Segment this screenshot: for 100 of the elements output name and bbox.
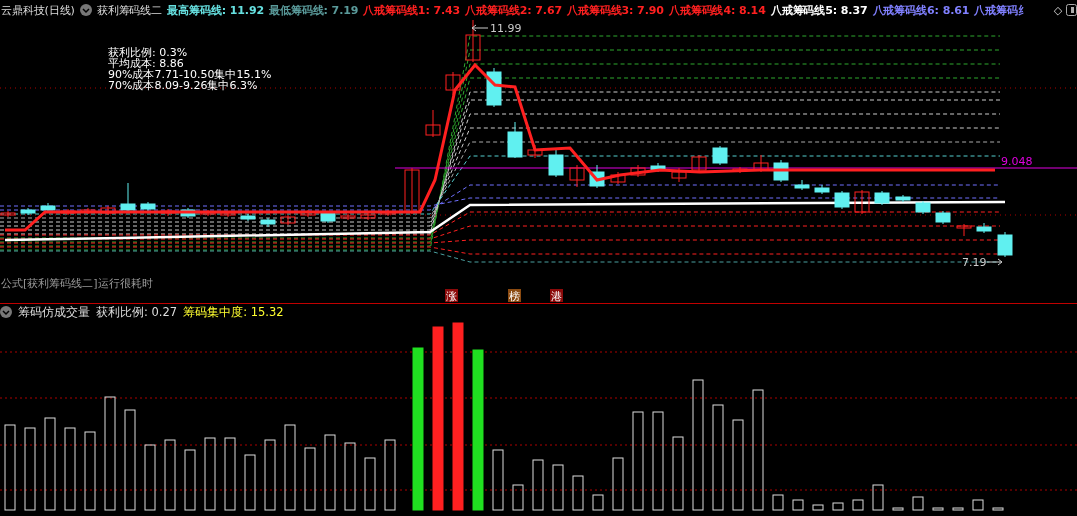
candle <box>527 144 543 159</box>
volume-bar <box>772 494 784 511</box>
candle <box>854 189 870 215</box>
candle <box>976 222 992 234</box>
chip-statistic: 70%成本8.09-9.26集中6.3% <box>108 79 258 92</box>
formula-notice: 公式[获利筹码线二]运行很耗时 <box>1 277 153 290</box>
candle <box>60 208 76 216</box>
tag-badge: 港 <box>550 289 563 303</box>
volume-bar <box>164 439 176 511</box>
more-symbol[interactable]: ◇ <box>1053 3 1062 17</box>
candle <box>650 162 666 173</box>
volume-bar <box>832 502 844 511</box>
indicator-value: 八戒筹码线4: 8.14 <box>668 2 766 18</box>
candle <box>120 182 136 213</box>
volume-bar <box>812 504 824 511</box>
dropdown-icon[interactable] <box>79 4 92 16</box>
concentration-value: 筹码集中度: 15.32 <box>183 304 284 320</box>
candle <box>794 179 810 191</box>
candle <box>465 20 481 63</box>
volume-bar <box>892 507 904 511</box>
volume-bar <box>872 484 884 511</box>
volume-bar <box>512 484 524 511</box>
volume-bar <box>144 444 156 511</box>
chip-statistic: 获利比例: 0.3% <box>108 46 188 59</box>
volume-bar <box>552 464 564 511</box>
volume-bar <box>792 499 804 511</box>
indicator-value: 八戒筹码纟 <box>974 2 1029 18</box>
volume-bar <box>244 454 256 511</box>
candle <box>100 205 116 216</box>
low-price-label: 7.19 <box>962 256 987 269</box>
volume-bar <box>572 475 584 511</box>
candle <box>445 71 461 96</box>
candle <box>671 167 687 183</box>
candle <box>425 109 441 138</box>
volume-bar <box>384 439 396 511</box>
indicator-value: 八戒筹码线1: 7.43 <box>363 2 461 18</box>
volume-bar <box>184 449 196 511</box>
volume-bar <box>264 439 276 511</box>
volume-bar <box>344 442 356 511</box>
pointer-arrow <box>986 258 1003 266</box>
candle <box>180 207 196 219</box>
indicator-value: 最高筹码线: 11.92 <box>167 2 265 18</box>
candle <box>874 190 890 206</box>
volume-bar <box>364 457 376 511</box>
candle <box>548 149 564 178</box>
candle <box>160 208 176 217</box>
candle <box>260 217 276 228</box>
indicator-name: 筹码仿成交量 <box>18 304 90 320</box>
candle <box>834 190 850 210</box>
candle <box>610 171 626 185</box>
candle <box>0 210 16 218</box>
panel-icon[interactable] <box>1066 4 1077 16</box>
volume-bar <box>304 447 316 511</box>
candle <box>956 223 972 237</box>
high-price-label: 11.99 <box>490 22 522 35</box>
indicator-value: 八戒筹码线5: 8.37 <box>770 2 868 18</box>
candle <box>300 209 316 218</box>
candle <box>630 164 646 178</box>
volume-bar <box>932 507 944 511</box>
candle <box>814 184 830 195</box>
volume-bar <box>852 499 864 511</box>
volume-bar <box>612 457 624 511</box>
indicator-value: 最低筹码线: 7.19 <box>269 2 359 18</box>
indicator-name: 获利筹码线二 <box>96 2 163 18</box>
volume-bar <box>972 499 984 511</box>
candle <box>20 207 36 216</box>
candle <box>569 164 585 188</box>
stock-title: 云鼎科技(日线) <box>1 2 75 18</box>
indicator-value: 八戒筹码线3: 7.90 <box>567 2 664 18</box>
volume-bar <box>532 459 544 511</box>
candle <box>280 214 296 226</box>
price-line-label: 9.048 <box>1001 155 1033 168</box>
candle <box>240 213 256 222</box>
candle <box>589 164 605 189</box>
tag-badge: 涨 <box>445 289 458 303</box>
pointer-arrow <box>471 24 489 32</box>
candle <box>691 154 707 173</box>
candle <box>200 209 216 217</box>
candle <box>380 209 396 217</box>
dropdown-icon[interactable] <box>0 306 12 318</box>
chip-statistic: 90%成本7.71-10.50集中15.1% <box>108 68 272 81</box>
indicator-value: 八戒筹码线2: 7.67 <box>465 2 563 18</box>
candle <box>732 166 748 174</box>
candle <box>507 121 523 159</box>
chip-statistic: 平均成本: 8.86 <box>108 57 184 70</box>
tag-badge: 榜 <box>508 289 521 303</box>
volume-bar <box>492 449 504 511</box>
candle <box>40 202 56 213</box>
candle <box>140 201 156 213</box>
candle <box>712 145 728 166</box>
candle <box>997 231 1013 258</box>
profit-ratio: 获利比例: 0.27 <box>96 304 178 320</box>
volume-bar <box>992 507 1004 511</box>
volume-bar <box>952 507 964 511</box>
candle <box>935 210 951 225</box>
candle <box>895 194 911 203</box>
candle <box>360 212 376 221</box>
volume-bar <box>592 494 604 511</box>
candle <box>915 200 931 215</box>
candle <box>340 213 356 221</box>
